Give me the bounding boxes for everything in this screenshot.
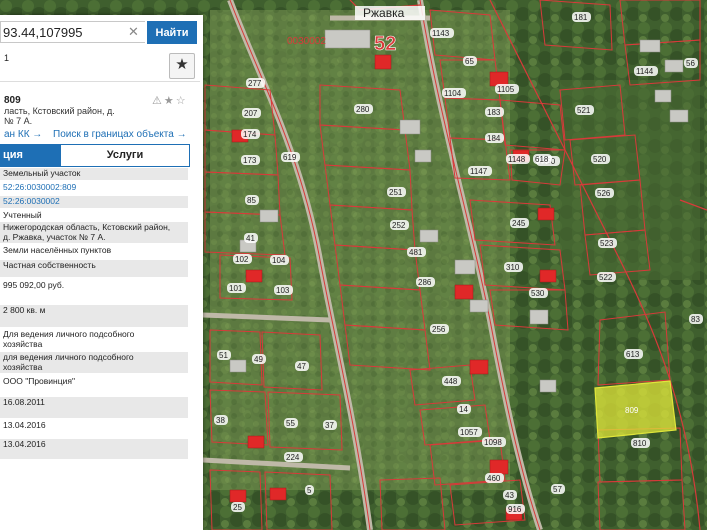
attribute-value[interactable]: 52:26:0030002:809 [0, 182, 188, 194]
attribute-value: ООО "Провинция" [0, 376, 188, 394]
parcel-label[interactable]: 102 [235, 255, 249, 264]
parcel-label[interactable]: 174 [243, 130, 257, 139]
parcel-label[interactable]: 310 [506, 263, 520, 272]
parcel-label[interactable]: 481 [409, 248, 423, 257]
parcel-label[interactable]: 1104 [444, 89, 462, 98]
parcel-label[interactable]: 1098 [484, 438, 502, 447]
selected-parcel-label: 809 [625, 406, 639, 415]
search-input[interactable] [0, 21, 145, 43]
parcel-label[interactable]: 245 [512, 219, 526, 228]
parcel-label[interactable]: 37 [325, 421, 334, 430]
tab-services[interactable]: Услуги [61, 145, 189, 166]
parcel-label[interactable]: 1147 [470, 167, 488, 176]
parcel-label[interactable]: 810 [633, 439, 647, 448]
parcel-label[interactable]: 1148 [508, 155, 526, 164]
result-count: 1 [4, 53, 10, 63]
attribute-value[interactable]: 52:26:0030002 [0, 196, 188, 208]
parcel-label[interactable]: 520 [593, 155, 607, 164]
block-number-label: 52 [374, 33, 396, 55]
parcel-label[interactable]: 56 [686, 59, 695, 68]
parcel-label[interactable]: 55 [286, 419, 295, 428]
parcel-label[interactable]: 43 [505, 491, 514, 500]
parcel-label[interactable]: 526 [597, 189, 611, 198]
search-in-bounds-link[interactable]: Поиск в границах объекта → [53, 129, 187, 140]
tab-info[interactable]: ция [1, 145, 63, 166]
parcel-label[interactable]: 1057 [460, 428, 478, 437]
attribute-value: Нижегородская область, Кстовский район, … [0, 222, 188, 243]
parcel-label[interactable]: 184 [487, 134, 501, 143]
parcel-label[interactable]: 523 [600, 239, 614, 248]
parcel-label[interactable]: 51 [219, 351, 228, 360]
parcel-label[interactable]: 57 [553, 485, 562, 494]
parcel-label[interactable]: 49 [254, 355, 263, 364]
parcel-label[interactable]: 181 [574, 13, 588, 22]
parcel-label[interactable]: 41 [246, 234, 255, 243]
parcel-label[interactable]: 521 [577, 106, 591, 115]
parcel-label[interactable]: 1143 [432, 29, 450, 38]
attribute-value: Частная собственность [0, 260, 188, 277]
parcel-label[interactable]: 256 [432, 325, 446, 334]
find-button[interactable]: Найти [147, 21, 197, 44]
parcel-label[interactable]: 207 [244, 109, 258, 118]
parcel-label[interactable]: 916 [508, 505, 522, 514]
object-icons: ⚠★☆ [152, 95, 188, 107]
info-panel: ✕ Найти 1 ★ 809 ⚠★☆ ласть, Кстовский рай… [0, 15, 203, 530]
parcel-label[interactable]: 103 [276, 286, 290, 295]
parcel-label[interactable]: 47 [297, 362, 306, 371]
parcel-label[interactable]: 65 [465, 57, 474, 66]
attribute-value: Для ведения личного подсобного хозяйства [0, 329, 188, 350]
parcel-label[interactable]: 530 [531, 289, 545, 298]
parcel-label[interactable]: 25 [233, 503, 242, 512]
object-id: 809 [4, 95, 21, 106]
parcel-label[interactable]: 5 [307, 486, 312, 495]
tabs: ция Услуги [0, 144, 190, 167]
attribute-value: 2 800 кв. м [0, 305, 188, 327]
attribute-value: Земли населённых пунктов [0, 245, 188, 258]
star-icon[interactable]: ★ [169, 53, 195, 79]
attribute-value: Учтенный [0, 210, 188, 220]
attribute-value: 995 092,00 руб. [0, 280, 188, 302]
parcel-label[interactable]: 252 [392, 221, 406, 230]
plan-link[interactable]: ан КК → [4, 129, 42, 140]
parcel-label[interactable]: 613 [626, 350, 640, 359]
parcel-label[interactable]: 251 [389, 188, 403, 197]
attribute-value: Земельный участок [0, 168, 188, 180]
parcel-label[interactable]: 448 [444, 377, 458, 386]
parcel-label[interactable]: 104 [272, 256, 286, 265]
parcel-label[interactable]: 619 [283, 153, 297, 162]
close-icon[interactable]: ✕ [128, 24, 139, 40]
search-bar: ✕ Найти [0, 15, 200, 50]
quarter-code-label: 0030002 [287, 36, 326, 47]
attribute-value: 13.04.2016 [0, 420, 188, 437]
parcel-label[interactable]: 85 [247, 196, 256, 205]
parcel-label[interactable]: 183 [487, 108, 501, 117]
parcel-label[interactable]: 1105 [497, 85, 515, 94]
attribute-value: 16.08.2011 [0, 397, 188, 418]
parcel-label[interactable]: 38 [216, 416, 225, 425]
parcel-label[interactable]: 280 [356, 105, 370, 114]
parcel-label[interactable]: 277 [248, 79, 262, 88]
parcel-label[interactable]: 1144 [636, 67, 654, 76]
parcel-label[interactable]: 224 [286, 453, 300, 462]
parcel-label[interactable]: 83 [691, 315, 700, 324]
attribute-value: 13.04.2016 [0, 439, 188, 459]
parcel-label[interactable]: 460 [487, 474, 501, 483]
object-address: ласть, Кстовский район, д. № 7 А. [4, 106, 115, 126]
parcel-label[interactable]: 618 [535, 155, 549, 164]
parcel-label[interactable]: 286 [418, 278, 432, 287]
parcel-label[interactable]: 101 [229, 284, 243, 293]
result-row: 1 ★ [0, 51, 200, 82]
village-label: Ржавка [363, 6, 405, 20]
parcel-label[interactable]: 173 [243, 156, 257, 165]
parcel-label[interactable]: 522 [599, 273, 613, 282]
attribute-value: для ведения личного подсобного хозяйства [0, 352, 188, 373]
parcel-label[interactable]: 14 [459, 405, 468, 414]
